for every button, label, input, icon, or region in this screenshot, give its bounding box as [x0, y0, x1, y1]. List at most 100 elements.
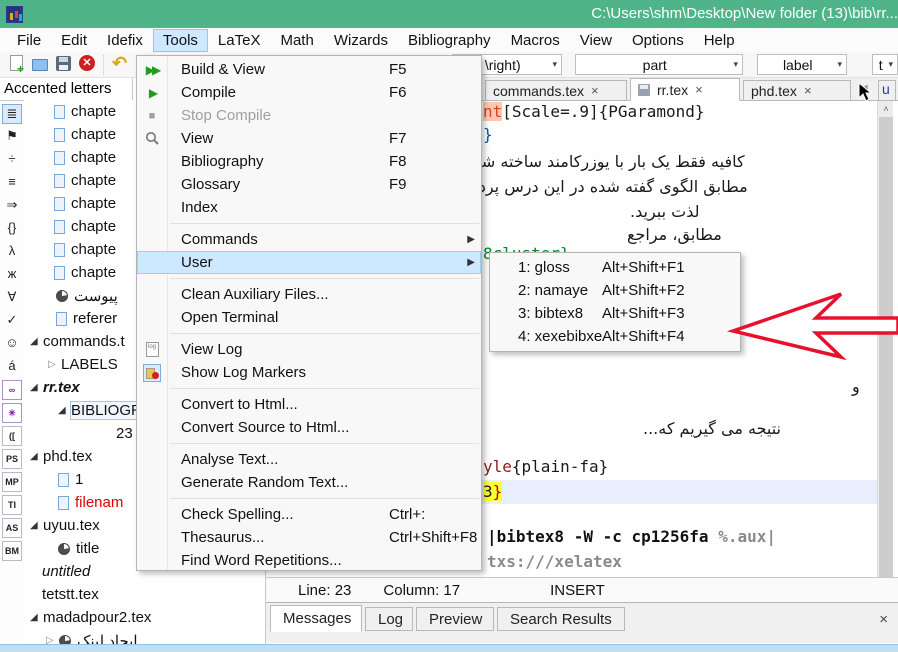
- menu-item-find-word-repetitions[interactable]: Find Word Repetitions...: [137, 549, 481, 572]
- menu-item-view[interactable]: ViewF7: [137, 127, 481, 150]
- undo-button[interactable]: ↶: [112, 55, 130, 73]
- submenu-arrow-icon: ▶: [467, 257, 475, 268]
- tree-item-label: 23: [116, 425, 133, 442]
- collapse-icon[interactable]: ◢: [30, 612, 43, 623]
- editor-line-4: لذت ببرید.: [630, 202, 699, 221]
- greek-icon[interactable]: λ: [2, 242, 22, 262]
- page-icon: [54, 105, 65, 119]
- check-icon[interactable]: ✓: [2, 311, 22, 331]
- user-command-4[interactable]: 4: xexebibxeAlt+Shift+F4: [490, 325, 740, 348]
- operators-icon[interactable]: ∀: [2, 288, 22, 308]
- collapse-icon[interactable]: ◢: [30, 451, 43, 462]
- menubar-item-bibliography[interactable]: Bibliography: [399, 30, 500, 51]
- braces-icon[interactable]: {}: [2, 219, 22, 239]
- tree-item-madadpour2.tex[interactable]: ◢madadpour2.tex: [24, 606, 265, 629]
- partial-combobox[interactable]: t▾: [872, 54, 898, 75]
- panel-tab-log[interactable]: Log: [365, 607, 413, 631]
- user-command-3[interactable]: 3: bibtex8Alt+Shift+F3: [490, 302, 740, 325]
- menu-item-glossary[interactable]: GlossaryF9: [137, 173, 481, 196]
- new-document-button[interactable]: +: [10, 55, 28, 73]
- menubar-item-options[interactable]: Options: [623, 30, 693, 51]
- relations-icon[interactable]: ≡: [2, 173, 22, 193]
- menubar-item-wizards[interactable]: Wizards: [325, 30, 397, 51]
- collapse-icon[interactable]: ◢: [30, 336, 43, 347]
- accents-icon[interactable]: á: [2, 357, 22, 377]
- partial-tab[interactable]: u: [878, 80, 896, 101]
- arrows-icon[interactable]: ⇒: [2, 196, 22, 216]
- editor-vertical-scrollbar[interactable]: ˄ ˅: [877, 101, 893, 601]
- menu-item-index[interactable]: Index: [137, 196, 481, 219]
- panel-tab-preview[interactable]: Preview: [416, 607, 494, 631]
- mp-tab-icon[interactable]: MP: [2, 472, 22, 492]
- menubar-item-macros[interactable]: Macros: [502, 30, 569, 51]
- close-document-button[interactable]: ✕: [79, 55, 97, 73]
- user-command-label: 1: gloss: [518, 259, 570, 276]
- menu-item-convert-to-html[interactable]: Convert to Html...: [137, 393, 481, 416]
- tab-commands-tex[interactable]: commands.tex×: [485, 80, 627, 101]
- editor-line-7: و: [852, 377, 860, 396]
- divide-icon[interactable]: ÷: [2, 150, 22, 170]
- tree-item-label: title: [76, 540, 99, 557]
- menubar-item-latex[interactable]: LaTeX: [209, 30, 270, 51]
- collapse-icon[interactable]: ◢: [30, 382, 43, 393]
- menubar-item-view[interactable]: View: [571, 30, 621, 51]
- menu-item-build-view[interactable]: ▶▶Build & ViewF5: [137, 58, 481, 81]
- menu-item-thesaurus[interactable]: Thesaurus...Ctrl+Shift+F8: [137, 526, 481, 549]
- close-tab-icon[interactable]: ×: [591, 83, 599, 98]
- collapse-icon[interactable]: ◢: [30, 520, 43, 531]
- structure-filter-combobox[interactable]: Accented letters: [0, 78, 133, 101]
- open-file-button[interactable]: [32, 55, 50, 73]
- menu-item-clean-auxiliary-files[interactable]: Clean Auxiliary Files...: [137, 283, 481, 306]
- menu-item-open-terminal[interactable]: Open Terminal: [137, 306, 481, 329]
- scrollbar-thumb[interactable]: [879, 117, 893, 579]
- misc-symbols-icon[interactable]: ☺: [2, 334, 22, 354]
- panel-tab-messages[interactable]: Messages: [270, 605, 362, 632]
- menu-item-view-log[interactable]: logView Log: [137, 338, 481, 361]
- user-command-2[interactable]: 2: namayeAlt+Shift+F2: [490, 279, 740, 302]
- menu-item-show-log-markers[interactable]: Show Log Markers: [137, 361, 481, 384]
- structure-icon[interactable]: ≣: [2, 104, 22, 124]
- close-panel-icon[interactable]: ×: [879, 611, 888, 628]
- tab-phd-tex[interactable]: phd.tex×: [743, 80, 851, 101]
- menu-item-analyse-text[interactable]: Analyse Text...: [137, 448, 481, 471]
- asterisk-icon[interactable]: ✳: [2, 403, 22, 423]
- section-level-combobox[interactable]: part▾: [575, 54, 743, 75]
- expand-icon[interactable]: ▷: [48, 359, 61, 370]
- close-tab-icon[interactable]: ×: [695, 82, 703, 97]
- panel-tab-search-results[interactable]: Search Results: [497, 607, 625, 631]
- menu-item-generate-random-text[interactable]: Generate Random Text...: [137, 471, 481, 494]
- tab-rr-tex[interactable]: rr.tex×: [630, 78, 740, 101]
- menubar-item-tools[interactable]: Tools: [154, 30, 207, 51]
- menu-item-bibliography[interactable]: BibliographyF8: [137, 150, 481, 173]
- editor-line-3: مطابق الگوی گفته شده در این درس پردازش: [447, 177, 748, 196]
- reference-combobox[interactable]: label▾: [757, 54, 847, 75]
- close-tab-icon[interactable]: ×: [804, 83, 812, 98]
- user-command-1[interactable]: 1: glossAlt+Shift+F1: [490, 256, 740, 279]
- menu-item-commands[interactable]: Commands▶: [137, 228, 481, 251]
- menu-item-user[interactable]: User▶: [137, 251, 481, 274]
- collapse-icon[interactable]: ◢: [58, 405, 71, 416]
- brackets-icon[interactable]: ([: [2, 426, 22, 446]
- menubar-item-idefix[interactable]: Idefix: [98, 30, 152, 51]
- menu-item-check-spelling[interactable]: Check Spelling...Ctrl+:: [137, 503, 481, 526]
- menubar-item-edit[interactable]: Edit: [52, 30, 96, 51]
- tab-scroll-left-icon[interactable]: ◀: [860, 83, 868, 94]
- submenu-arrow-icon: ▶: [467, 234, 475, 245]
- menu-item-label: Stop Compile: [181, 107, 271, 124]
- tree-item-ایجاد-لینک[interactable]: ▷ایجاد لینک: [24, 629, 265, 645]
- infinity-icon[interactable]: ∞: [2, 380, 22, 400]
- cyrillic-icon[interactable]: ж: [2, 265, 22, 285]
- bookmark-icon[interactable]: ⚑: [2, 127, 22, 147]
- ps-tab-icon[interactable]: PS: [2, 449, 22, 469]
- menubar-item-file[interactable]: File: [8, 30, 50, 51]
- menubar-item-help[interactable]: Help: [695, 30, 744, 51]
- menubar-item-math[interactable]: Math: [271, 30, 322, 51]
- tree-item-tetstt.tex[interactable]: tetstt.tex: [24, 583, 265, 606]
- save-button[interactable]: [56, 55, 74, 73]
- menu-item-compile[interactable]: ▶CompileF6: [137, 81, 481, 104]
- scroll-up-icon[interactable]: ˄: [878, 104, 894, 114]
- as-tab-icon[interactable]: AS: [2, 518, 22, 538]
- bm-tab-icon[interactable]: BM: [2, 541, 22, 561]
- menu-item-convert-source-to-html[interactable]: Convert Source to Html...: [137, 416, 481, 439]
- ti-tab-icon[interactable]: TI: [2, 495, 22, 515]
